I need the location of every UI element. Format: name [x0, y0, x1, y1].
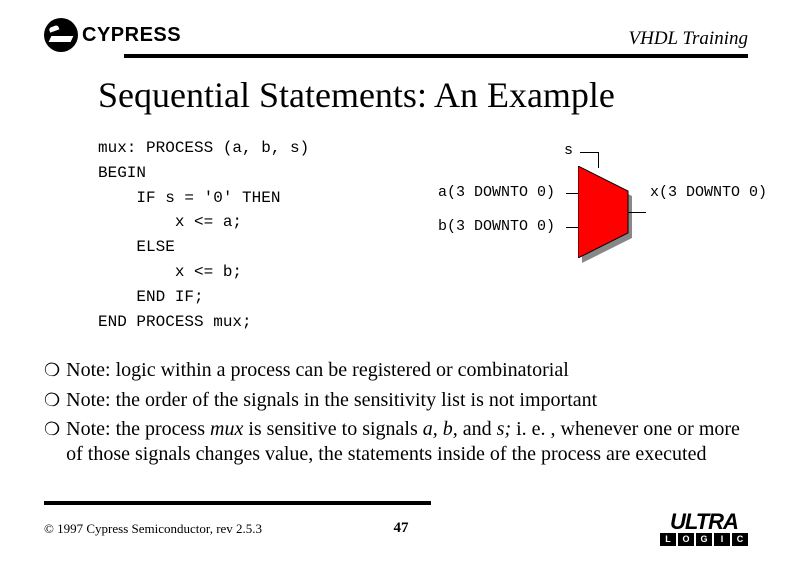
header-title: VHDL Training — [629, 28, 749, 50]
note-item: ❍ Note: logic within a process can be re… — [44, 358, 748, 383]
mux-icon — [578, 166, 634, 258]
footer-rule — [44, 501, 431, 505]
wire-x — [628, 212, 646, 213]
code-line: BEGIN — [98, 164, 146, 182]
slide-title: Sequential Statements: An Example — [98, 74, 748, 116]
slide-header: CYPRESS VHDL Training — [44, 18, 748, 52]
bullet-icon: ❍ — [44, 417, 60, 442]
cypress-orb-icon — [44, 18, 78, 52]
note-frag: Note: the process — [66, 418, 210, 440]
signal-x-label: x(3 DOWNTO 0) — [650, 184, 767, 201]
note-text: Note: the order of the signals in the se… — [66, 388, 748, 413]
ultra-logo: ULTRA L O G I C — [660, 511, 748, 546]
note-item: ❍ Note: the process mux is sensitive to … — [44, 417, 748, 467]
brand-logo: CYPRESS — [44, 18, 181, 52]
ultra-sub: L O G I C — [660, 533, 748, 546]
code-line: mux: PROCESS (a, b, s) — [98, 139, 309, 157]
page-number: 47 — [142, 520, 660, 537]
signal-b-label: b(3 DOWNTO 0) — [438, 218, 555, 235]
ultra-letter: O — [678, 533, 694, 546]
brand-name: CYPRESS — [82, 24, 181, 47]
bullet-icon: ❍ — [44, 358, 60, 383]
slide-footer: © 1997 Cypress Semiconductor, rev 2.5.3 … — [44, 501, 748, 546]
code-line: x <= a; — [98, 213, 242, 231]
note-text: Note: the process mux is sensitive to si… — [66, 417, 748, 467]
ultra-letter: I — [714, 533, 730, 546]
signal-s-label: s — [564, 142, 573, 159]
code-line: IF s = '0' THEN — [98, 189, 280, 207]
code-line: x <= b; — [98, 263, 242, 281]
signal-a-label: a(3 DOWNTO 0) — [438, 184, 555, 201]
note-em: a, b, — [423, 418, 458, 440]
note-frag: and — [458, 418, 497, 440]
notes-list: ❍ Note: logic within a process can be re… — [44, 358, 748, 466]
note-text: Note: logic within a process can be regi… — [66, 358, 748, 383]
ultra-letter: G — [696, 533, 712, 546]
ultra-letter: L — [660, 533, 676, 546]
content-row: mux: PROCESS (a, b, s) BEGIN IF s = '0' … — [98, 136, 748, 334]
ultra-word: ULTRA — [670, 511, 738, 533]
bullet-icon: ❍ — [44, 388, 60, 413]
header-rule — [124, 54, 748, 58]
ultra-letter: C — [732, 533, 748, 546]
note-frag: is sensitive to signals — [243, 418, 422, 440]
note-item: ❍ Note: the order of the signals in the … — [44, 388, 748, 413]
wire-s — [580, 152, 598, 153]
code-line: END PROCESS mux; — [98, 313, 252, 331]
mux-diagram: s a(3 DOWNTO 0) b(3 DOWNTO 0) x(3 DOWNTO… — [418, 144, 738, 284]
code-block: mux: PROCESS (a, b, s) BEGIN IF s = '0' … — [98, 136, 418, 334]
code-line: ELSE — [98, 238, 175, 256]
note-em: mux — [210, 418, 243, 440]
note-em: s; — [497, 418, 511, 440]
code-line: END IF; — [98, 288, 204, 306]
